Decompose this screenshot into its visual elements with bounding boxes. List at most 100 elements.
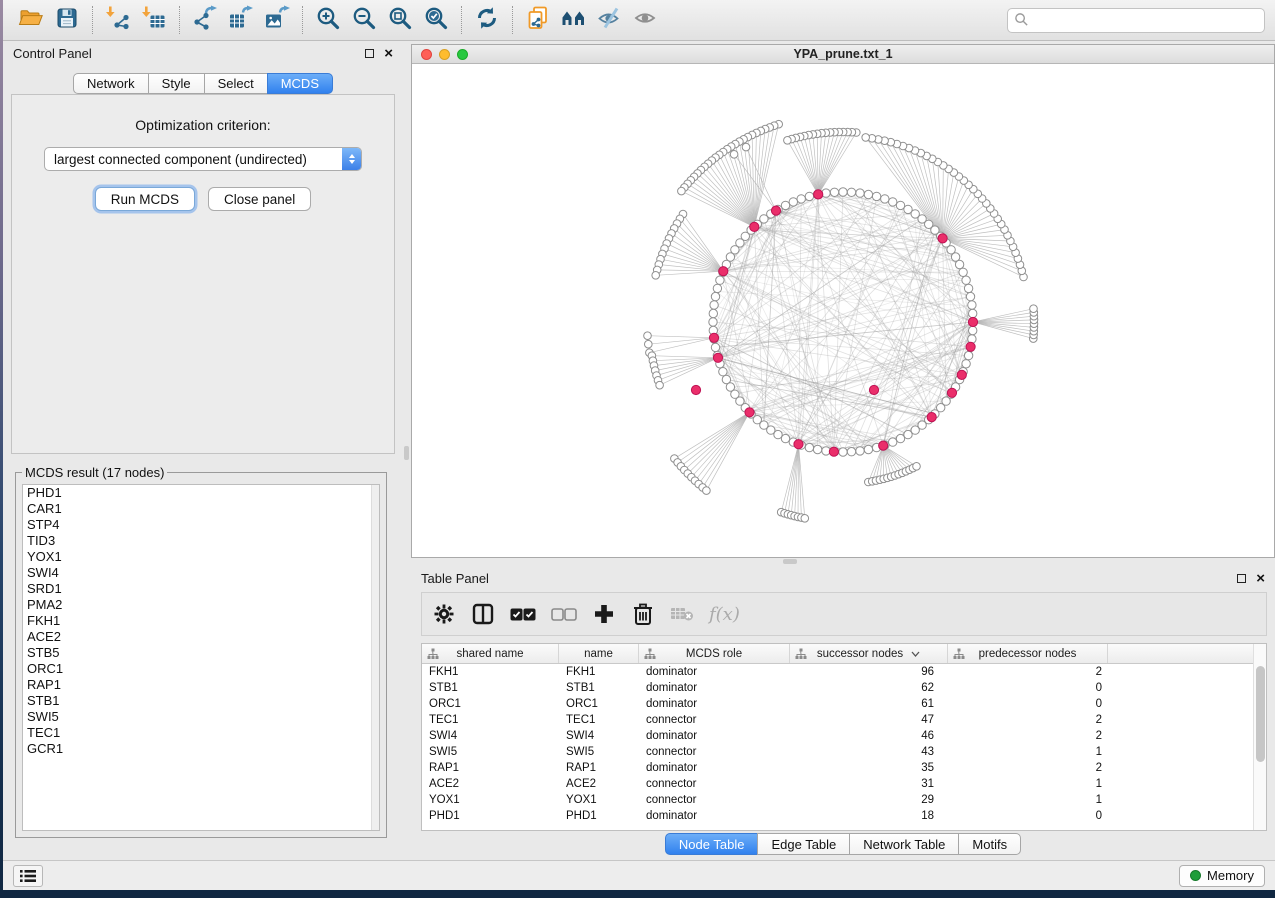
- leaf-node[interactable]: [678, 187, 686, 195]
- ring-node[interactable]: [709, 318, 717, 326]
- leaf-node[interactable]: [784, 137, 792, 145]
- mcds-hub-node[interactable]: [814, 190, 823, 199]
- cell-shared-name[interactable]: SWI4: [422, 728, 559, 744]
- close-panel-icon[interactable]: ×: [384, 49, 393, 58]
- cell-successor-nodes[interactable]: 47: [790, 712, 948, 728]
- mcds-result-item[interactable]: FKH1: [23, 613, 379, 629]
- save-session-button[interactable]: [49, 4, 85, 36]
- memory-button[interactable]: Memory: [1179, 865, 1265, 887]
- ring-node[interactable]: [713, 284, 721, 292]
- ring-node[interactable]: [710, 301, 718, 309]
- cell-successor-nodes[interactable]: 18: [790, 808, 948, 824]
- open-file-button[interactable]: [13, 4, 49, 36]
- mcds-hub-node[interactable]: [750, 222, 759, 231]
- tab-select[interactable]: Select: [204, 73, 268, 94]
- mcds-result-item[interactable]: STB1: [23, 693, 379, 709]
- cell-name[interactable]: FKH1: [559, 664, 639, 680]
- zoom-out-button[interactable]: [346, 4, 382, 36]
- cell-predecessor-nodes[interactable]: 0: [948, 696, 1108, 712]
- mcds-hub-node[interactable]: [869, 385, 878, 394]
- horizontal-splitter[interactable]: [411, 558, 1275, 566]
- mcds-result-item[interactable]: TID3: [23, 533, 379, 549]
- add-row-button[interactable]: [592, 601, 616, 627]
- mcds-hub-node[interactable]: [713, 353, 722, 362]
- close-panel-button[interactable]: Close panel: [208, 187, 311, 211]
- export-image-button[interactable]: [259, 4, 295, 36]
- ring-node[interactable]: [719, 368, 727, 376]
- mcds-hub-node[interactable]: [771, 206, 780, 215]
- run-mcds-button[interactable]: Run MCDS: [95, 187, 195, 211]
- cell-successor-nodes[interactable]: 46: [790, 728, 948, 744]
- cell-MCDS-role[interactable]: connector: [639, 712, 790, 728]
- table-row[interactable]: STB1STB1dominator620: [422, 680, 1266, 696]
- mcds-hub-node[interactable]: [966, 342, 975, 351]
- ring-node[interactable]: [716, 276, 724, 284]
- refresh-view-button[interactable]: [469, 4, 505, 36]
- mcds-result-item[interactable]: CAR1: [23, 501, 379, 517]
- table-scrollbar[interactable]: [1253, 644, 1266, 830]
- import-network-button[interactable]: [100, 4, 136, 36]
- cell-successor-nodes[interactable]: 31: [790, 776, 948, 792]
- cell-successor-nodes[interactable]: 29: [790, 792, 948, 808]
- ring-node[interactable]: [830, 188, 838, 196]
- ring-node[interactable]: [856, 189, 864, 197]
- ring-node[interactable]: [864, 190, 872, 198]
- cell-name[interactable]: SWI5: [559, 744, 639, 760]
- ring-node[interactable]: [805, 443, 813, 451]
- cell-shared-name[interactable]: STB1: [422, 680, 559, 696]
- delete-table-button[interactable]: [670, 601, 694, 627]
- cell-shared-name[interactable]: ORC1: [422, 696, 559, 712]
- cell-predecessor-nodes[interactable]: 1: [948, 792, 1108, 808]
- cell-MCDS-role[interactable]: dominator: [639, 760, 790, 776]
- export-network-button[interactable]: [187, 4, 223, 36]
- ring-node[interactable]: [964, 351, 972, 359]
- leaf-node[interactable]: [913, 463, 921, 471]
- mcds-result-item[interactable]: GCR1: [23, 741, 379, 757]
- ring-node[interactable]: [896, 201, 904, 209]
- ring-node[interactable]: [959, 268, 967, 276]
- mcds-result-item[interactable]: SRD1: [23, 581, 379, 597]
- ring-node[interactable]: [813, 445, 821, 453]
- table-row[interactable]: YOX1YOX1connector291: [422, 792, 1266, 808]
- cell-shared-name[interactable]: FKH1: [422, 664, 559, 680]
- import-table-button[interactable]: [136, 4, 172, 36]
- leaf-node[interactable]: [652, 272, 660, 280]
- table-row[interactable]: ORC1ORC1dominator610: [422, 696, 1266, 712]
- tab-network[interactable]: Network: [73, 73, 149, 94]
- column-header-name[interactable]: name: [559, 644, 639, 663]
- cell-predecessor-nodes[interactable]: 0: [948, 808, 1108, 824]
- network-canvas[interactable]: [412, 64, 1274, 557]
- cell-shared-name[interactable]: RAP1: [422, 760, 559, 776]
- mcds-result-item[interactable]: RAP1: [23, 677, 379, 693]
- mcds-hub-node[interactable]: [709, 333, 718, 342]
- cell-predecessor-nodes[interactable]: 1: [948, 744, 1108, 760]
- ring-node[interactable]: [968, 301, 976, 309]
- cell-name[interactable]: ACE2: [559, 776, 639, 792]
- ring-node[interactable]: [709, 309, 717, 317]
- vertical-splitter[interactable]: [403, 41, 411, 858]
- ring-node[interactable]: [847, 188, 855, 196]
- table-row[interactable]: TEC1TEC1connector472: [422, 712, 1266, 728]
- table-row[interactable]: FKH1FKH1dominator962: [422, 664, 1266, 680]
- cell-MCDS-role[interactable]: dominator: [639, 680, 790, 696]
- ring-node[interactable]: [962, 276, 970, 284]
- cell-MCDS-role[interactable]: dominator: [639, 728, 790, 744]
- cell-shared-name[interactable]: YOX1: [422, 792, 559, 808]
- table-scrollbar-thumb[interactable]: [1256, 666, 1265, 762]
- leaf-node[interactable]: [1030, 305, 1038, 313]
- network-window-titlebar[interactable]: YPA_prune.txt_1: [412, 45, 1274, 64]
- ring-node[interactable]: [789, 198, 797, 206]
- float-panel-icon[interactable]: [365, 49, 374, 58]
- ring-node[interactable]: [881, 195, 889, 203]
- ring-node[interactable]: [889, 198, 897, 206]
- tab-node-table[interactable]: Node Table: [665, 833, 759, 855]
- mcds-result-item[interactable]: PHD1: [23, 485, 379, 501]
- mcds-result-item[interactable]: ACE2: [23, 629, 379, 645]
- cell-successor-nodes[interactable]: 62: [790, 680, 948, 696]
- mcds-list-scrollbar[interactable]: [371, 485, 379, 830]
- cell-name[interactable]: TEC1: [559, 712, 639, 728]
- column-header-successor-nodes[interactable]: successor nodes: [790, 644, 948, 663]
- tab-edge-table[interactable]: Edge Table: [757, 833, 850, 855]
- hide-selected-button[interactable]: [592, 4, 628, 36]
- leaf-node[interactable]: [742, 143, 750, 151]
